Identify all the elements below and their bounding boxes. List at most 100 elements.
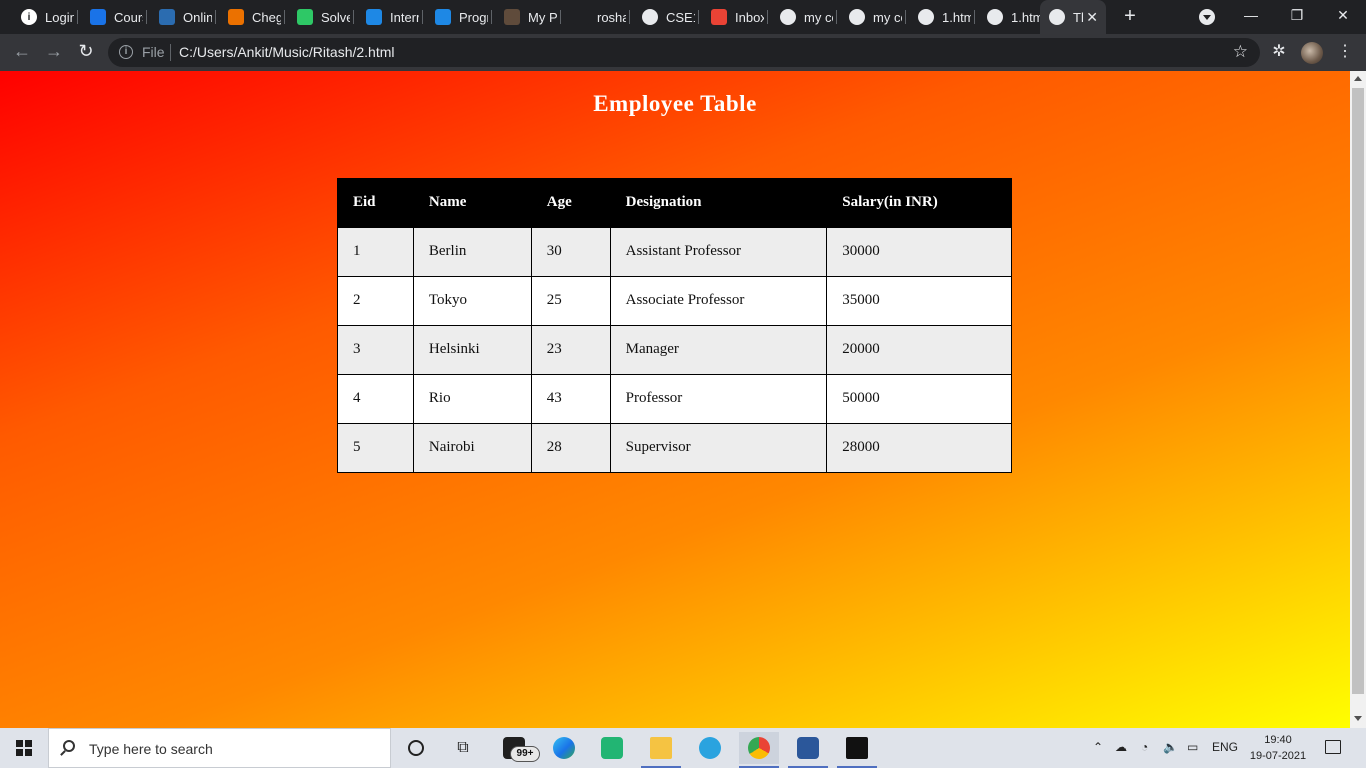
scroll-down-arrow-icon[interactable] xyxy=(1354,716,1362,721)
battery-icon[interactable]: ▭ xyxy=(1187,740,1198,754)
browser-tab[interactable]: Cours xyxy=(81,0,143,34)
column-header: Salary(in INR) xyxy=(826,178,1012,227)
page-title: Employee Table xyxy=(593,91,757,116)
wifi-icon[interactable]: ◔ xyxy=(1141,740,1148,754)
edge-icon[interactable] xyxy=(544,732,584,764)
browser-tab[interactable]: Cheg xyxy=(219,0,281,34)
employee-table: Eid Name Age Designation Salary(in INR) … xyxy=(337,178,1012,473)
tab-search-icon[interactable] xyxy=(1199,9,1215,25)
table-row: 1 Berlin 30 Assistant Professor 30000 xyxy=(337,226,1012,277)
close-icon[interactable]: ✕ xyxy=(1086,9,1098,26)
chegg-icon xyxy=(228,9,244,25)
menu-icon[interactable]: ⋮ xyxy=(1334,41,1356,63)
taskbar-search-box[interactable]: Type here to search xyxy=(48,728,391,768)
tab-strip: Tl ✕ + — ❐ ✕ i Login Cours Onlin Cheg Solve In… xyxy=(0,0,1366,34)
tab-separator xyxy=(560,10,561,24)
cell-name: Tokyo xyxy=(412,275,532,326)
table-row: 3 Helsinki 23 Manager 20000 xyxy=(337,324,1012,375)
browser-tab[interactable]: my co xyxy=(840,0,902,34)
tab-separator xyxy=(284,10,285,24)
cell-age: 30 xyxy=(530,226,611,277)
cell-eid: 4 xyxy=(337,373,414,424)
browser-tab[interactable]: Onlin xyxy=(150,0,212,34)
cell-name: Nairobi xyxy=(412,422,532,473)
c-logo-icon xyxy=(90,9,106,25)
cell-age: 23 xyxy=(530,324,611,375)
vertical-scrollbar[interactable] xyxy=(1350,71,1366,728)
word-icon[interactable] xyxy=(788,732,828,768)
is-logo-icon xyxy=(366,9,382,25)
cell-age: 25 xyxy=(530,275,611,326)
tab-title: CSE1( xyxy=(666,9,695,25)
globe-icon xyxy=(1049,9,1065,25)
close-window-button[interactable]: ✕ xyxy=(1320,0,1366,32)
tab-title: Progr xyxy=(459,9,488,25)
browser-tab[interactable]: Interr xyxy=(357,0,419,34)
profile-avatar[interactable] xyxy=(1301,42,1323,64)
browser-tab[interactable]: my co xyxy=(771,0,833,34)
windows-taskbar: Type here to search ⧉ 99+ ⌃ ☁ ◔ 🔈 ▭ ENG … xyxy=(0,728,1366,768)
tab-title: my co xyxy=(804,9,833,25)
whatsapp-icon[interactable] xyxy=(592,732,632,764)
tab-separator xyxy=(215,10,216,24)
globe-icon xyxy=(918,9,934,25)
info-icon[interactable]: i xyxy=(119,45,133,59)
forward-button[interactable]: → xyxy=(42,40,66,64)
cell-age: 28 xyxy=(530,422,611,473)
browser-tab[interactable]: My Pr xyxy=(495,0,557,34)
task-view-icon[interactable]: ⧉ xyxy=(443,732,483,764)
cell-designation: Assistant Professor xyxy=(609,226,828,277)
telegram-icon[interactable] xyxy=(690,732,730,764)
browser-tab[interactable]: Inbox xyxy=(702,0,764,34)
show-hidden-icons-icon[interactable]: ⌃ xyxy=(1093,740,1103,754)
tab-title: Onlin xyxy=(183,9,212,25)
browser-tab[interactable]: i Login xyxy=(12,0,74,34)
new-tab-button[interactable]: + xyxy=(1118,5,1142,29)
tab-separator xyxy=(767,10,768,24)
start-button[interactable] xyxy=(0,728,48,768)
bookmark-star-icon[interactable]: ☆ xyxy=(1233,42,1248,62)
clock[interactable]: 19:40 19-07-2021 xyxy=(1248,732,1308,764)
tab-title: Login xyxy=(45,9,74,25)
browser-tab[interactable]: Solve xyxy=(288,0,350,34)
address-bar[interactable]: i File C:/Users/Ankit/Music/Ritash/2.htm… xyxy=(108,38,1260,67)
cell-name: Helsinki xyxy=(412,324,532,375)
address-url[interactable]: C:/Users/Ankit/Music/Ritash/2.html xyxy=(179,44,395,60)
scroll-up-arrow-icon[interactable] xyxy=(1354,76,1362,81)
back-button[interactable]: ← xyxy=(10,40,34,64)
browser-tab[interactable]: CSE1( xyxy=(633,0,695,34)
browser-tab[interactable]: rosha xyxy=(564,0,626,34)
browser-tab[interactable]: 1.htm xyxy=(978,0,1040,34)
globe-icon xyxy=(987,9,1003,25)
browser-tab[interactable]: 1.htm xyxy=(909,0,971,34)
language-indicator[interactable]: ENG xyxy=(1212,740,1238,754)
tab-separator xyxy=(698,10,699,24)
restore-button[interactable]: ❐ xyxy=(1274,0,1320,32)
browser-tab[interactable]: Progr xyxy=(426,0,488,34)
windows-logo-icon xyxy=(16,740,23,747)
cortana-icon[interactable] xyxy=(396,732,436,764)
search-placeholder: Type here to search xyxy=(89,741,213,757)
reload-button[interactable]: ↻ xyxy=(74,40,98,64)
table-header-row: Eid Name Age Designation Salary(in INR) xyxy=(337,178,1012,227)
gmail-icon xyxy=(711,9,727,25)
minimize-button[interactable]: — xyxy=(1228,0,1274,32)
cell-designation: Supervisor xyxy=(609,422,828,473)
scrollbar-thumb[interactable] xyxy=(1352,88,1364,694)
tab-title: My Pr xyxy=(528,9,557,25)
tab-separator xyxy=(353,10,354,24)
tab-active[interactable]: Tl ✕ xyxy=(1040,0,1106,34)
hackerearth-icon xyxy=(297,9,313,25)
notification-icon[interactable] xyxy=(1325,740,1341,754)
file-explorer-icon[interactable] xyxy=(641,732,681,768)
search-icon xyxy=(63,740,75,752)
tab-title: Cours xyxy=(114,9,143,25)
tab-title: Cheg xyxy=(252,9,281,25)
photos-icon[interactable] xyxy=(837,732,877,768)
onedrive-icon[interactable]: ☁ xyxy=(1115,740,1127,754)
browser-toolbar: ← → ↻ i File C:/Users/Ankit/Music/Ritash… xyxy=(0,34,1366,71)
extensions-icon[interactable]: ✲ xyxy=(1268,41,1290,63)
cell-name: Berlin xyxy=(412,226,532,277)
chrome-icon[interactable] xyxy=(739,732,779,768)
volume-icon[interactable]: 🔈 xyxy=(1163,740,1178,754)
